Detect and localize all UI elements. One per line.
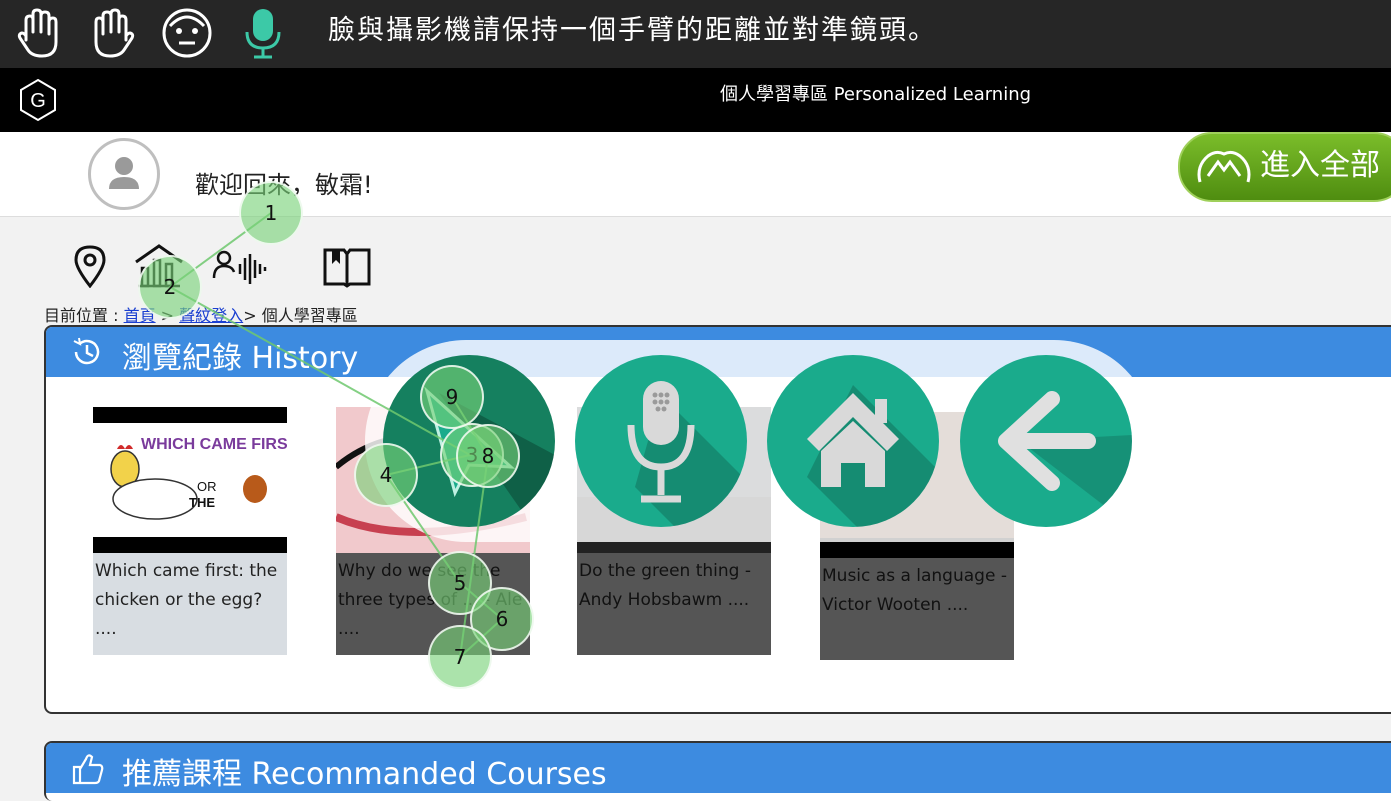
gaze-point: 1	[239, 181, 303, 245]
gaze-point: 9	[420, 365, 484, 429]
gaze-point: 2	[138, 255, 202, 319]
gaze-point: 8	[456, 424, 520, 488]
gaze-point: 7	[428, 625, 492, 689]
gaze-point: 4	[354, 443, 418, 507]
gaze-trail	[168, 212, 504, 660]
